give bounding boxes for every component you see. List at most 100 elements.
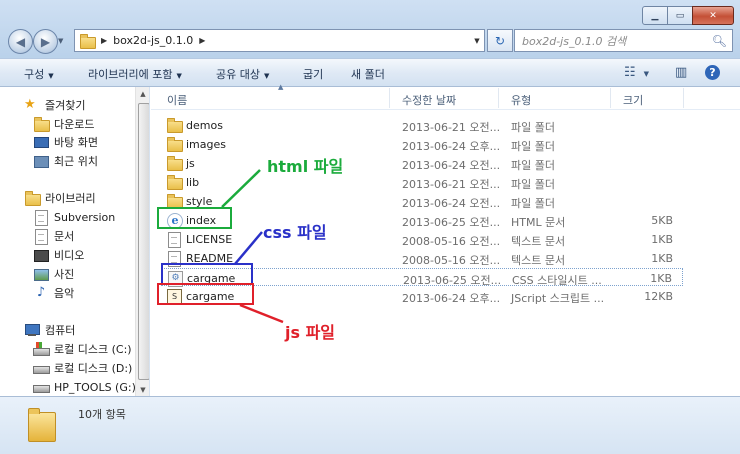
close-button[interactable]: ✕ bbox=[692, 6, 734, 25]
nav-libraries-label: 라이브러리 bbox=[45, 192, 96, 205]
file-row[interactable]: lib 2013-06-21 오전... 파일 폴더 bbox=[161, 173, 683, 191]
nav-subversion[interactable]: Subversion bbox=[33, 208, 115, 226]
breadcrumb-item[interactable]: box2d-js_0.1.0 bbox=[113, 34, 193, 47]
file-date: 2013-06-21 오전... bbox=[402, 121, 501, 134]
column-size[interactable]: 크기 bbox=[623, 92, 643, 108]
address-bar[interactable]: ▶ box2d-js_0.1.0 ▶ ▼ bbox=[74, 29, 485, 52]
file-type: HTML 문서 bbox=[511, 216, 566, 229]
html-highlight-box bbox=[157, 207, 232, 229]
file-name: js bbox=[186, 157, 195, 170]
text-document-icon bbox=[166, 232, 182, 248]
new-folder-button[interactable]: 새 폴더 bbox=[351, 66, 385, 82]
nav-computer[interactable]: 컴퓨터 bbox=[24, 321, 75, 339]
file-type: 파일 폴더 bbox=[511, 140, 555, 153]
nav-pictures-label: 사진 bbox=[54, 268, 75, 281]
column-header: ▲ 이름 수정한 날짜 유형 크기 bbox=[151, 83, 740, 110]
file-name: lib bbox=[186, 176, 200, 189]
nav-videos[interactable]: 비디오 bbox=[33, 246, 84, 264]
folder-icon bbox=[79, 33, 96, 49]
file-size: 12KB bbox=[644, 290, 673, 303]
file-type: CSS 스타일시트 ... bbox=[512, 274, 602, 287]
nav-disk-d[interactable]: 로컬 디스크 (D:) bbox=[33, 359, 132, 377]
column-type[interactable]: 유형 bbox=[511, 92, 531, 108]
folder-icon bbox=[166, 156, 183, 171]
maximize-button[interactable]: ▭ bbox=[667, 6, 693, 25]
file-date: 2013-06-24 오후... bbox=[402, 292, 501, 305]
nav-disk-c[interactable]: 로컬 디스크 (C:) bbox=[33, 340, 132, 358]
scroll-down-icon[interactable]: ▼ bbox=[136, 383, 150, 397]
file-date: 2013-06-24 오전... bbox=[402, 197, 501, 210]
large-folder-icon bbox=[28, 406, 56, 442]
back-arrow-icon: ◀ bbox=[15, 34, 26, 49]
content-frame: ★ 즐겨찾기 다운로드 바탕 화면 최근 위치 라이브러리 Subversion … bbox=[0, 83, 740, 397]
file-date: 2008-05-16 오전... bbox=[402, 235, 501, 248]
file-date: 2008-05-16 오전... bbox=[402, 254, 501, 267]
file-date: 2013-06-24 오전... bbox=[402, 159, 501, 172]
forward-button[interactable]: ▶ bbox=[33, 29, 58, 54]
nav-hp-tools[interactable]: HP_TOOLS (G:) bbox=[33, 378, 136, 396]
file-type: 파일 폴더 bbox=[511, 159, 555, 172]
nav-desktop[interactable]: 바탕 화면 bbox=[33, 133, 98, 151]
nav-recent[interactable]: 최근 위치 bbox=[33, 152, 98, 170]
search-input[interactable]: box2d-js_0.1.0 검색 🔍︎ bbox=[514, 29, 733, 52]
help-icon[interactable]: ? bbox=[705, 65, 720, 80]
caption-buttons: ▁ ▭ ✕ bbox=[642, 6, 734, 25]
breadcrumb-separator-icon[interactable]: ▶ bbox=[199, 36, 205, 45]
minimize-button[interactable]: ▁ bbox=[642, 6, 668, 25]
star-icon: ★ bbox=[24, 97, 36, 112]
file-row[interactable]: js 2013-06-24 오전... 파일 폴더 bbox=[161, 154, 683, 172]
windows-drive-icon bbox=[33, 342, 50, 356]
nav-music[interactable]: ♪ 음악 bbox=[33, 284, 74, 302]
file-row[interactable]: demos 2013-06-21 오전... 파일 폴더 bbox=[161, 116, 683, 134]
file-type: 파일 폴더 bbox=[511, 197, 555, 210]
organize-button[interactable]: 구성 ▼ bbox=[24, 66, 54, 82]
pane-splitter[interactable] bbox=[149, 87, 150, 397]
js-highlight-box bbox=[157, 283, 254, 305]
include-library-button[interactable]: 라이브러리에 포함 ▼ bbox=[88, 66, 182, 82]
search-icon[interactable]: 🔍︎ bbox=[712, 34, 727, 48]
nav-computer-label: 컴퓨터 bbox=[45, 324, 76, 337]
back-button[interactable]: ◀ bbox=[8, 29, 33, 54]
file-date: 2013-06-25 오전... bbox=[402, 216, 501, 229]
documents-icon bbox=[33, 229, 49, 245]
address-dropdown-icon[interactable]: ▼ bbox=[470, 37, 484, 45]
nav-downloads[interactable]: 다운로드 bbox=[33, 115, 94, 133]
column-modified[interactable]: 수정한 날짜 bbox=[402, 92, 456, 108]
nav-recent-label: 최근 위치 bbox=[54, 155, 98, 168]
nav-libraries[interactable]: 라이브러리 bbox=[24, 189, 96, 207]
nav-favorites[interactable]: ★ 즐겨찾기 bbox=[24, 96, 85, 114]
share-button[interactable]: 공유 대상 ▼ bbox=[216, 66, 269, 82]
computer-icon bbox=[24, 323, 40, 337]
file-row[interactable]: images 2013-06-24 오후... 파일 폴더 bbox=[161, 135, 683, 153]
css-annotation-label: css 파일 bbox=[263, 223, 327, 242]
file-row[interactable]: LICENSE 2008-05-16 오전... 텍스트 문서 1KB bbox=[161, 230, 683, 248]
view-options-icon[interactable]: ☷ ▼ bbox=[624, 65, 649, 80]
file-date: 2013-06-21 오전... bbox=[402, 178, 501, 191]
nav-music-label: 음악 bbox=[54, 287, 75, 300]
js-annotation-label: js 파일 bbox=[285, 323, 336, 342]
file-size: 1KB bbox=[651, 252, 673, 265]
nav-disk-c-label: 로컬 디스크 (C:) bbox=[54, 343, 132, 356]
file-date: 2013-06-24 오후... bbox=[402, 140, 501, 153]
nav-scrollbar[interactable]: ▲ ▼ bbox=[135, 87, 150, 397]
recent-pages-dropdown[interactable]: ▼ bbox=[58, 37, 63, 45]
file-row[interactable]: style 2013-06-24 오전... 파일 폴더 bbox=[161, 192, 683, 210]
nav-subversion-label: Subversion bbox=[54, 210, 116, 224]
file-type: 파일 폴더 bbox=[511, 178, 555, 191]
refresh-button[interactable]: ↻ bbox=[487, 29, 513, 52]
nav-disk-d-label: 로컬 디스크 (D:) bbox=[54, 362, 133, 375]
burn-button[interactable]: 굽기 bbox=[303, 66, 323, 82]
nav-documents[interactable]: 문서 bbox=[33, 227, 74, 245]
nav-desktop-label: 바탕 화면 bbox=[54, 136, 98, 149]
scroll-up-icon[interactable]: ▲ bbox=[136, 87, 150, 101]
file-type: 텍스트 문서 bbox=[511, 254, 566, 267]
libraries-icon bbox=[24, 191, 41, 206]
file-size: 5KB bbox=[651, 214, 673, 227]
preview-pane-icon[interactable]: ▥ bbox=[675, 65, 687, 80]
column-name[interactable]: 이름 bbox=[167, 92, 187, 108]
breadcrumb-separator-icon[interactable]: ▶ bbox=[101, 36, 107, 45]
file-row[interactable]: e index 2013-06-25 오전... HTML 문서 5KB bbox=[161, 211, 683, 229]
folder-icon bbox=[166, 175, 183, 190]
nav-pictures[interactable]: 사진 bbox=[33, 265, 74, 283]
desktop-icon bbox=[33, 135, 49, 149]
